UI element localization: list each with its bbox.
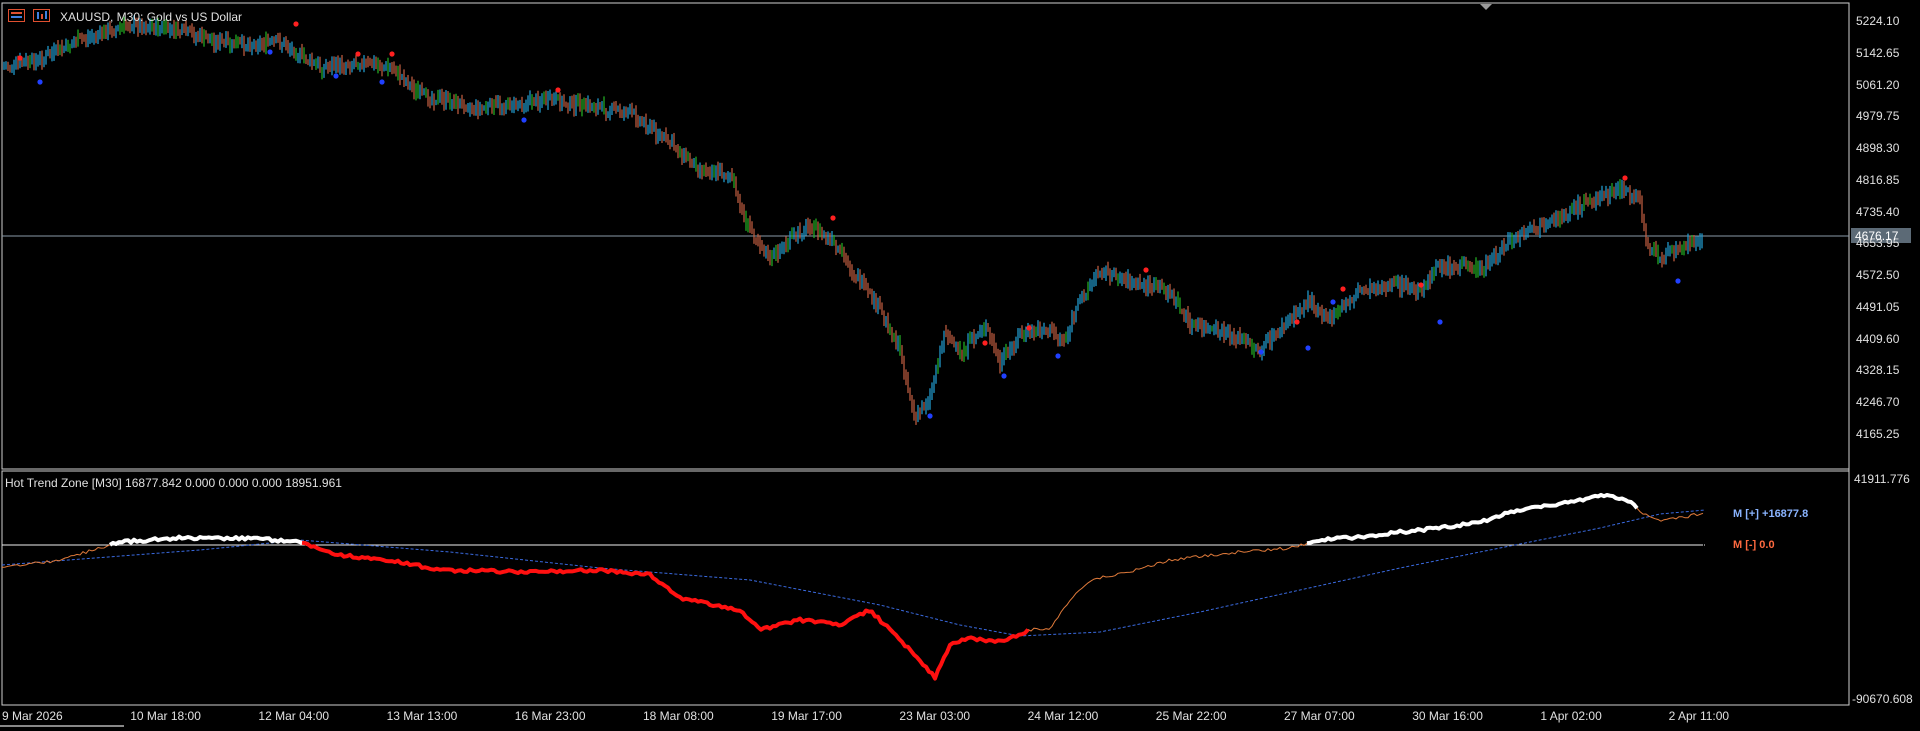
time-tick-label: 24 Mar 12:00 <box>1027 709 1099 723</box>
buy-signal-marker <box>1305 345 1311 351</box>
time-tick-label: 18 Mar 08:00 <box>643 709 714 723</box>
time-tick-label: 13 Mar 13:00 <box>386 709 458 723</box>
buy-signal-marker <box>37 79 43 85</box>
price-tick-label: 4328.15 <box>1856 363 1900 378</box>
buy-signal-marker <box>1001 373 1007 379</box>
price-candles <box>3 15 1703 425</box>
chart-shift-marker[interactable] <box>1480 4 1492 10</box>
legend-minus: M [-] 0.0 <box>1733 539 1775 551</box>
time-tick-label: 19 Mar 17:00 <box>771 709 842 723</box>
price-tick-label: 5061.20 <box>1856 77 1900 92</box>
sell-signal-marker <box>1294 319 1300 325</box>
buy-signal-marker <box>1055 353 1061 359</box>
time-tick-label: 1 Apr 02:00 <box>1540 709 1602 723</box>
buy-signal-marker <box>1330 299 1336 305</box>
time-tick-label: 23 Mar 03:00 <box>899 709 971 723</box>
time-tick-label: 2 Apr 11:00 <box>1668 709 1730 723</box>
current-price-label: 4676.17 <box>1855 229 1899 243</box>
signal-markers <box>17 21 1681 419</box>
time-tick-label: 27 Mar 07:00 <box>1284 709 1355 723</box>
symbol-title: XAUUSD, M30: Gold vs US Dollar <box>60 10 243 24</box>
sell-signal-marker <box>293 21 299 27</box>
indicator-min-label: -90670.608 <box>1852 692 1913 706</box>
indicator-title: Hot Trend Zone [M30] 16877.842 0.000 0.0… <box>5 476 342 490</box>
sell-signal-marker <box>17 55 23 61</box>
buy-signal-marker <box>267 49 273 55</box>
chart-canvas[interactable] <box>0 0 1920 731</box>
sell-signal-marker <box>982 340 988 346</box>
sell-signal-marker <box>830 215 836 221</box>
time-tick-label: 12 Mar 04:00 <box>258 709 330 723</box>
price-tick-label: 4898.30 <box>1856 141 1900 155</box>
price-tick-label: 4816.85 <box>1856 172 1900 187</box>
chart-window-icon[interactable] <box>33 9 50 22</box>
trading-icon[interactable] <box>8 9 25 22</box>
price-tick-label: 5142.65 <box>1856 45 1900 60</box>
buy-signal-marker <box>333 73 339 79</box>
buy-signal-marker <box>927 413 933 419</box>
oscillator-positive-line <box>108 492 1639 547</box>
price-tick-label: 4735.40 <box>1856 204 1900 219</box>
sell-signal-marker <box>389 51 395 57</box>
price-tick-label: 4246.70 <box>1856 395 1900 409</box>
indicator-frame <box>1 470 1850 706</box>
time-tick-label: 10 Mar 18:00 <box>130 709 201 723</box>
legend-plus: M [+] +16877.8 <box>1733 508 1809 520</box>
indicator-max-label: 41911.776 <box>1854 472 1910 486</box>
price-tick-label: 4572.50 <box>1856 268 1900 282</box>
sell-signal-marker <box>555 87 561 93</box>
sell-signal-marker <box>355 51 361 57</box>
time-tick-label: 16 Mar 23:00 <box>514 709 586 723</box>
sell-signal-marker <box>1026 325 1032 331</box>
buy-signal-marker <box>1437 319 1443 325</box>
sell-signal-marker <box>1418 282 1424 288</box>
price-tick-label: 5224.10 <box>1856 14 1900 28</box>
buy-signal-marker <box>379 79 385 85</box>
buy-signal-marker <box>521 117 527 123</box>
buy-signal-marker <box>1675 278 1681 284</box>
price-tick-label: 4491.05 <box>1856 299 1900 314</box>
time-tick-label: 9 Mar 2026 <box>2 709 63 723</box>
price-tick-label: 4409.60 <box>1856 331 1900 346</box>
sell-signal-marker <box>1340 286 1346 292</box>
time-tick-label: 25 Mar 22:00 <box>1155 709 1227 723</box>
sell-signal-marker <box>1143 267 1149 273</box>
oscillator <box>1 492 1706 681</box>
price-tick-label: 4165.25 <box>1856 426 1900 441</box>
buy-signal-marker <box>1258 349 1264 355</box>
sell-signal-marker <box>1622 175 1628 181</box>
oscillator-thin-line <box>1 494 1704 680</box>
price-tick-label: 4979.75 <box>1856 109 1900 124</box>
time-tick-label: 30 Mar 16:00 <box>1412 709 1483 723</box>
oscillator-negative-line <box>301 540 1030 681</box>
